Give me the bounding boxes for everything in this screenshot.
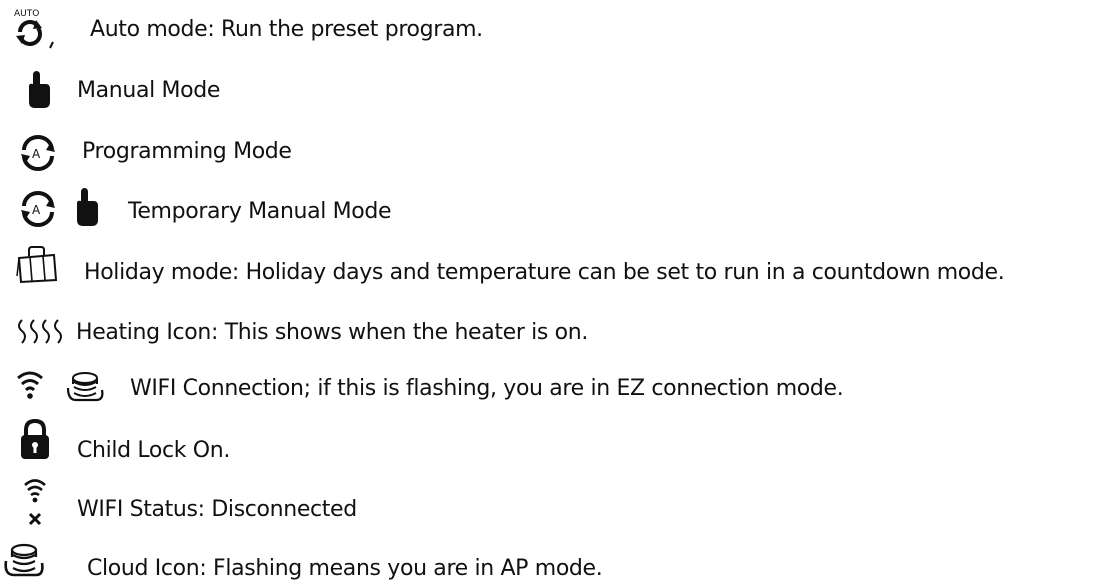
legend-row-wifi-status: WIFI Status: Disconnected: [0, 476, 1107, 526]
legend-text: WIFI Connection; if this is flashing, yo…: [130, 376, 844, 401]
lock-icon: [18, 418, 52, 462]
legend-row-cloud: Cloud Icon: Flashing means you are in AP…: [0, 541, 1107, 585]
legend-text: Holiday mode: Holiday days and temperatu…: [84, 260, 1005, 285]
legend-row-heating: Heating Icon: This shows when the heater…: [0, 310, 1107, 354]
legend-text: Auto mode: Run the preset program.: [90, 17, 483, 42]
svg-text:A: A: [32, 203, 41, 217]
legend-row-wifi-connection: WIFI Connection; if this is flashing, yo…: [0, 366, 1107, 410]
legend-row-temporary-manual-mode: A Temporary Manual Mode: [0, 186, 1107, 230]
temporary-manual-icon: A: [20, 188, 110, 230]
legend-text: Programming Mode: [82, 139, 292, 164]
legend-text: Cloud Icon: Flashing means you are in AP…: [87, 556, 603, 581]
cloud-icon: [2, 541, 46, 583]
legend-row-holiday-mode: Holiday mode: Holiday days and temperatu…: [0, 246, 1107, 290]
legend-text: Manual Mode: [77, 78, 221, 103]
legend-text: WIFI Status: Disconnected: [77, 497, 357, 522]
legend-row-child-lock: Child Lock On.: [0, 418, 1107, 462]
wifi-disconnected-icon: [24, 476, 48, 532]
wifi-cloud-icon: [16, 368, 116, 408]
legend-text: Heating Icon: This shows when the heater…: [76, 320, 589, 345]
svg-text:A: A: [32, 147, 41, 161]
legend-row-programming-mode: A Programming Mode: [0, 130, 1107, 174]
legend-text: Temporary Manual Mode: [128, 199, 392, 224]
hand-icon: [24, 70, 54, 110]
legend-row-auto-mode: AUTO Auto mode: Run the preset program.: [0, 6, 1107, 50]
auto-mode-icon: AUTO: [12, 6, 66, 50]
legend-row-manual-mode: Manual Mode: [0, 68, 1107, 112]
suitcase-icon: [16, 246, 60, 286]
legend-text: Child Lock On.: [77, 438, 230, 463]
svg-text:AUTO: AUTO: [14, 9, 39, 19]
heating-icon: [14, 316, 70, 346]
programming-mode-icon: A: [20, 135, 56, 171]
